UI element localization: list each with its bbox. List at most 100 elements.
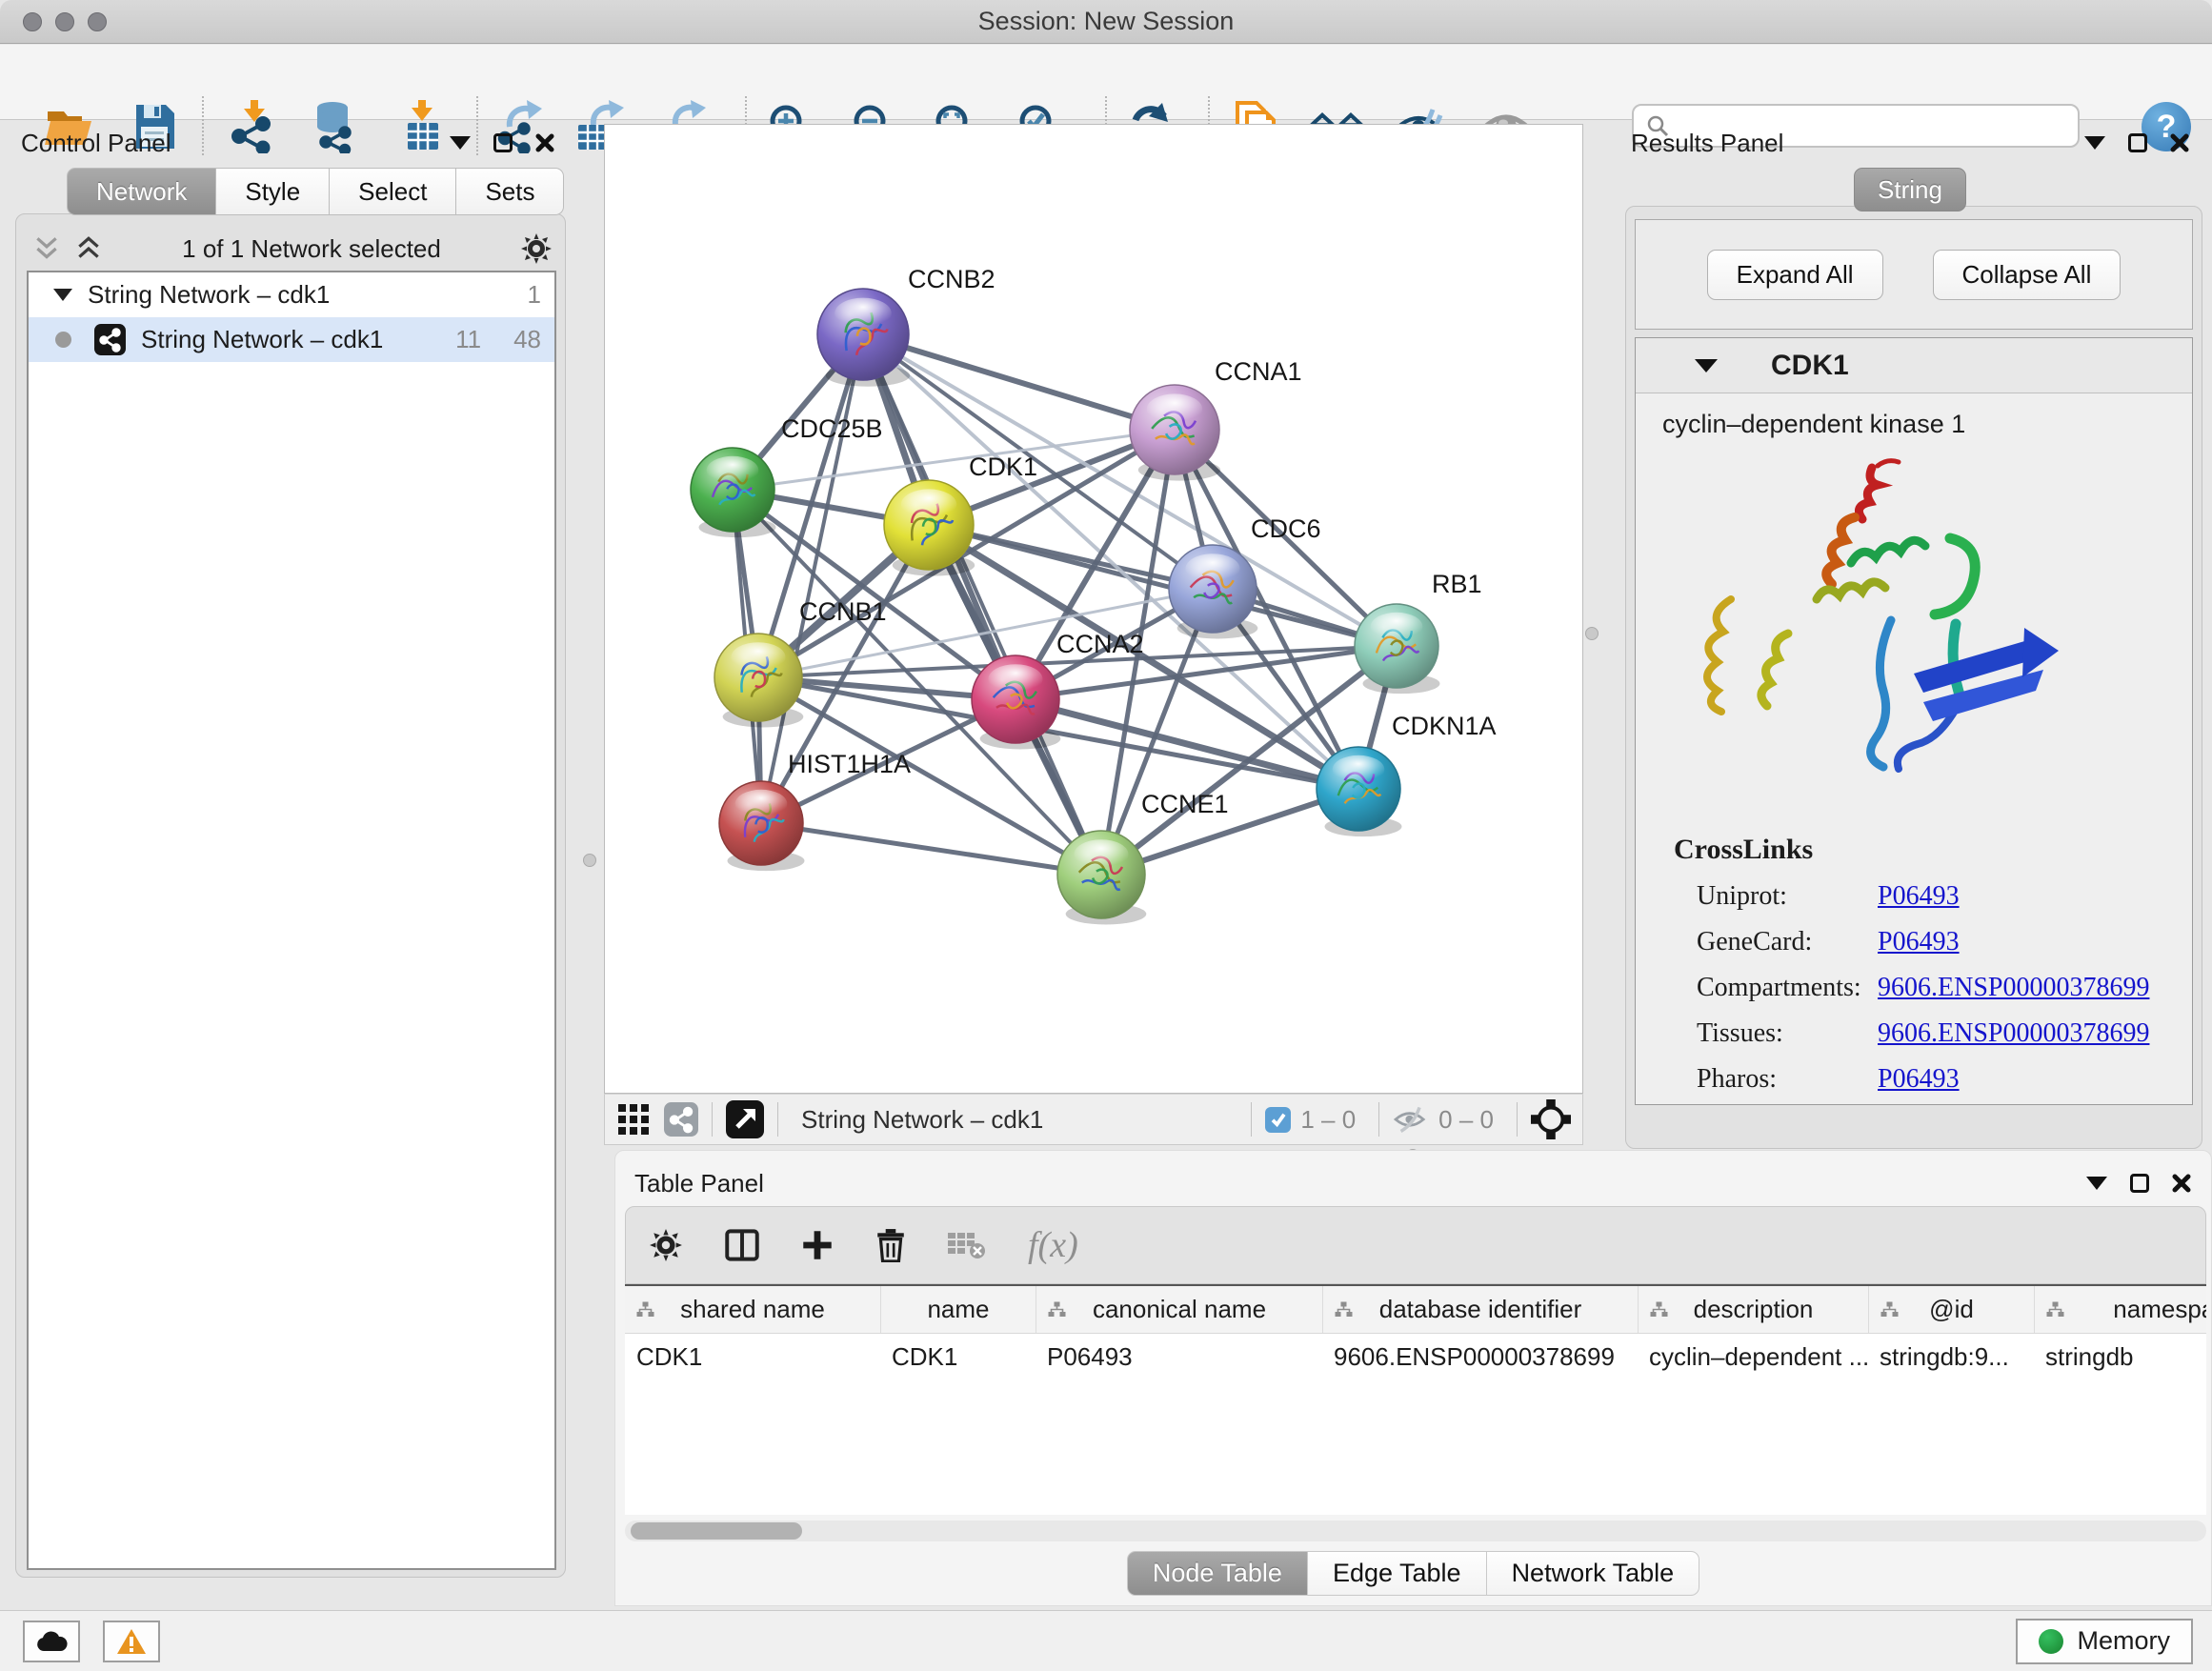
protein-structure-image [1674, 447, 2083, 828]
hidden-counter: 0 – 0 [1438, 1105, 1494, 1135]
float-panel-icon[interactable] [2130, 1174, 2149, 1193]
network-node-CDC6[interactable] [1169, 545, 1257, 638]
network-node-RB1[interactable] [1355, 604, 1439, 694]
column-header-shared-name[interactable]: shared name [625, 1286, 880, 1333]
table-cell[interactable]: P06493 [1036, 1334, 1322, 1379]
network-node-label: CCNB2 [908, 265, 995, 293]
crosslink-link[interactable]: P06493 [1878, 881, 1960, 912]
tab-network-table[interactable]: Network Table [1487, 1551, 1700, 1596]
node-table[interactable]: shared namenamecanonical namedatabase id… [625, 1284, 2206, 1515]
warning-button[interactable] [103, 1621, 160, 1662]
column-header-name[interactable]: name [880, 1286, 1036, 1333]
gear-icon[interactable] [520, 232, 553, 265]
network-row[interactable]: String Network – cdk1 11 48 [29, 317, 554, 362]
show-columns-icon[interactable] [725, 1229, 759, 1261]
network-node-label: CDK1 [969, 453, 1037, 481]
table-cell[interactable]: stringdb [2034, 1334, 2206, 1379]
tab-sets[interactable]: Sets [456, 168, 564, 215]
tree-expander-icon[interactable] [53, 289, 72, 301]
table-cell[interactable]: CDK1 [880, 1334, 1036, 1379]
memory-status-icon [2039, 1629, 2063, 1654]
manual-layout-crosshair-icon[interactable] [1531, 1099, 1571, 1139]
expand-all-icon[interactable] [74, 234, 103, 263]
tab-network[interactable]: Network [67, 168, 216, 215]
crosslink-label: Compartments: [1697, 973, 1878, 1003]
birds-eye-view-icon[interactable] [616, 1102, 651, 1137]
network-view-title: String Network – cdk1 [801, 1105, 1043, 1135]
column-header-database-identifier[interactable]: database identifier [1322, 1286, 1638, 1333]
float-panel-icon[interactable] [2128, 133, 2147, 152]
network-node-CCNA2[interactable] [972, 655, 1060, 749]
crosslink-row: Tissues:9606.ENSP00000378699 [1697, 1018, 2192, 1049]
protein-result-card: CDK1 cyclin–dependent kinase 1 CrossLink… [1635, 337, 2193, 1105]
network-node-CDKN1A[interactable] [1317, 747, 1401, 836]
close-panel-icon[interactable] [2172, 1174, 2191, 1193]
expand-all-button[interactable]: Expand All [1707, 250, 1883, 300]
memory-button[interactable]: Memory [2016, 1619, 2193, 1664]
collapse-entry-icon[interactable] [1695, 359, 1718, 372]
tab-style[interactable]: Style [216, 168, 330, 215]
toolbar-separator [1517, 1102, 1518, 1137]
network-edge[interactable] [929, 525, 1397, 646]
network-view-canvas[interactable]: CCNB2CCNA1CDC25BCDK1CDC6RB1CCNB1CCNA2CDK… [604, 124, 1583, 1094]
close-panel-icon[interactable] [2170, 133, 2189, 152]
protein-card-header[interactable]: CDK1 [1636, 338, 2192, 393]
network-node-CDC25B[interactable] [691, 448, 775, 537]
network-edge[interactable] [863, 334, 1101, 875]
tab-node-table[interactable]: Node Table [1127, 1551, 1308, 1596]
clear-table-icon[interactable] [948, 1231, 986, 1259]
network-node-CCNB1[interactable] [714, 634, 803, 727]
collapse-all-button[interactable]: Collapse All [1933, 250, 2122, 300]
network-graph[interactable]: CCNB2CCNA1CDC25BCDK1CDC6RB1CCNB1CCNA2CDK… [605, 125, 1582, 1093]
crosslink-link[interactable]: P06493 [1878, 927, 1960, 957]
create-column-icon[interactable] [801, 1229, 834, 1261]
share-network-icon[interactable] [664, 1102, 698, 1137]
table-panel-title: Table Panel [634, 1169, 764, 1198]
table-cell[interactable]: stringdb:9... [1868, 1334, 2034, 1379]
selected-nodes-checkbox[interactable] [1265, 1107, 1291, 1133]
table-cell[interactable]: cyclin–dependent ... [1638, 1334, 1868, 1379]
network-list-header: 1 of 1 Network selected [32, 229, 553, 269]
close-panel-icon[interactable] [535, 133, 554, 152]
collapse-all-icon[interactable] [32, 234, 61, 263]
float-panel-icon[interactable] [493, 133, 513, 152]
crosslink-link[interactable]: 9606.ENSP00000378699 [1878, 973, 2149, 1003]
hidden-elements-eye-icon[interactable] [1393, 1104, 1429, 1135]
crosslink-link[interactable]: 9606.ENSP00000378699 [1878, 1018, 2149, 1049]
table-row[interactable]: CDK1CDK1P064939606.ENSP00000378699cyclin… [625, 1334, 2206, 1379]
right-splitter-handle[interactable] [1585, 627, 1599, 640]
column-header--id[interactable]: @id [1868, 1286, 2034, 1333]
column-header-canonical-name[interactable]: canonical name [1036, 1286, 1322, 1333]
tab-select[interactable]: Select [330, 168, 456, 215]
column-header-namespace[interactable]: namespace [2034, 1286, 2206, 1333]
network-node-HIST1H1A[interactable] [719, 781, 804, 871]
table-cell[interactable]: 9606.ENSP00000378699 [1322, 1334, 1638, 1379]
function-builder-icon[interactable]: f(x) [1028, 1224, 1078, 1266]
tab-string[interactable]: String [1854, 168, 1966, 211]
main-toolbar: ? [0, 45, 2212, 120]
collapse-panel-icon[interactable] [2084, 136, 2105, 150]
delete-columns-icon[interactable] [875, 1228, 906, 1262]
column-header-description[interactable]: description [1638, 1286, 1868, 1333]
table-cell[interactable]: CDK1 [625, 1334, 880, 1379]
left-splitter-handle[interactable] [583, 854, 596, 867]
crosslink-link[interactable]: P06493 [1878, 1064, 1960, 1095]
network-edge[interactable] [863, 334, 1175, 430]
network-node-CCNA1[interactable] [1130, 385, 1220, 481]
selected-counter: 1 – 0 [1300, 1105, 1356, 1135]
network-edge[interactable] [761, 823, 1101, 875]
horizontal-scrollbar-thumb[interactable] [631, 1522, 802, 1540]
network-node-CDK1[interactable] [884, 480, 975, 576]
toolbar-separator [1378, 1102, 1379, 1137]
table-settings-gear-icon[interactable] [649, 1228, 683, 1262]
open-in-new-window-icon[interactable] [726, 1100, 764, 1138]
collapse-panel-icon[interactable] [450, 136, 471, 150]
network-node-CCNE1[interactable] [1057, 831, 1146, 924]
collapse-panel-icon[interactable] [2086, 1177, 2107, 1190]
tab-edge-table[interactable]: Edge Table [1308, 1551, 1487, 1596]
network-collection-row[interactable]: String Network – cdk1 1 [29, 272, 554, 317]
network-node-CCNB2[interactable] [817, 289, 910, 387]
cloud-button[interactable] [23, 1621, 80, 1662]
table-header-row: shared namenamecanonical namedatabase id… [625, 1286, 2206, 1334]
horizontal-scrollbar-track[interactable] [625, 1520, 2206, 1541]
